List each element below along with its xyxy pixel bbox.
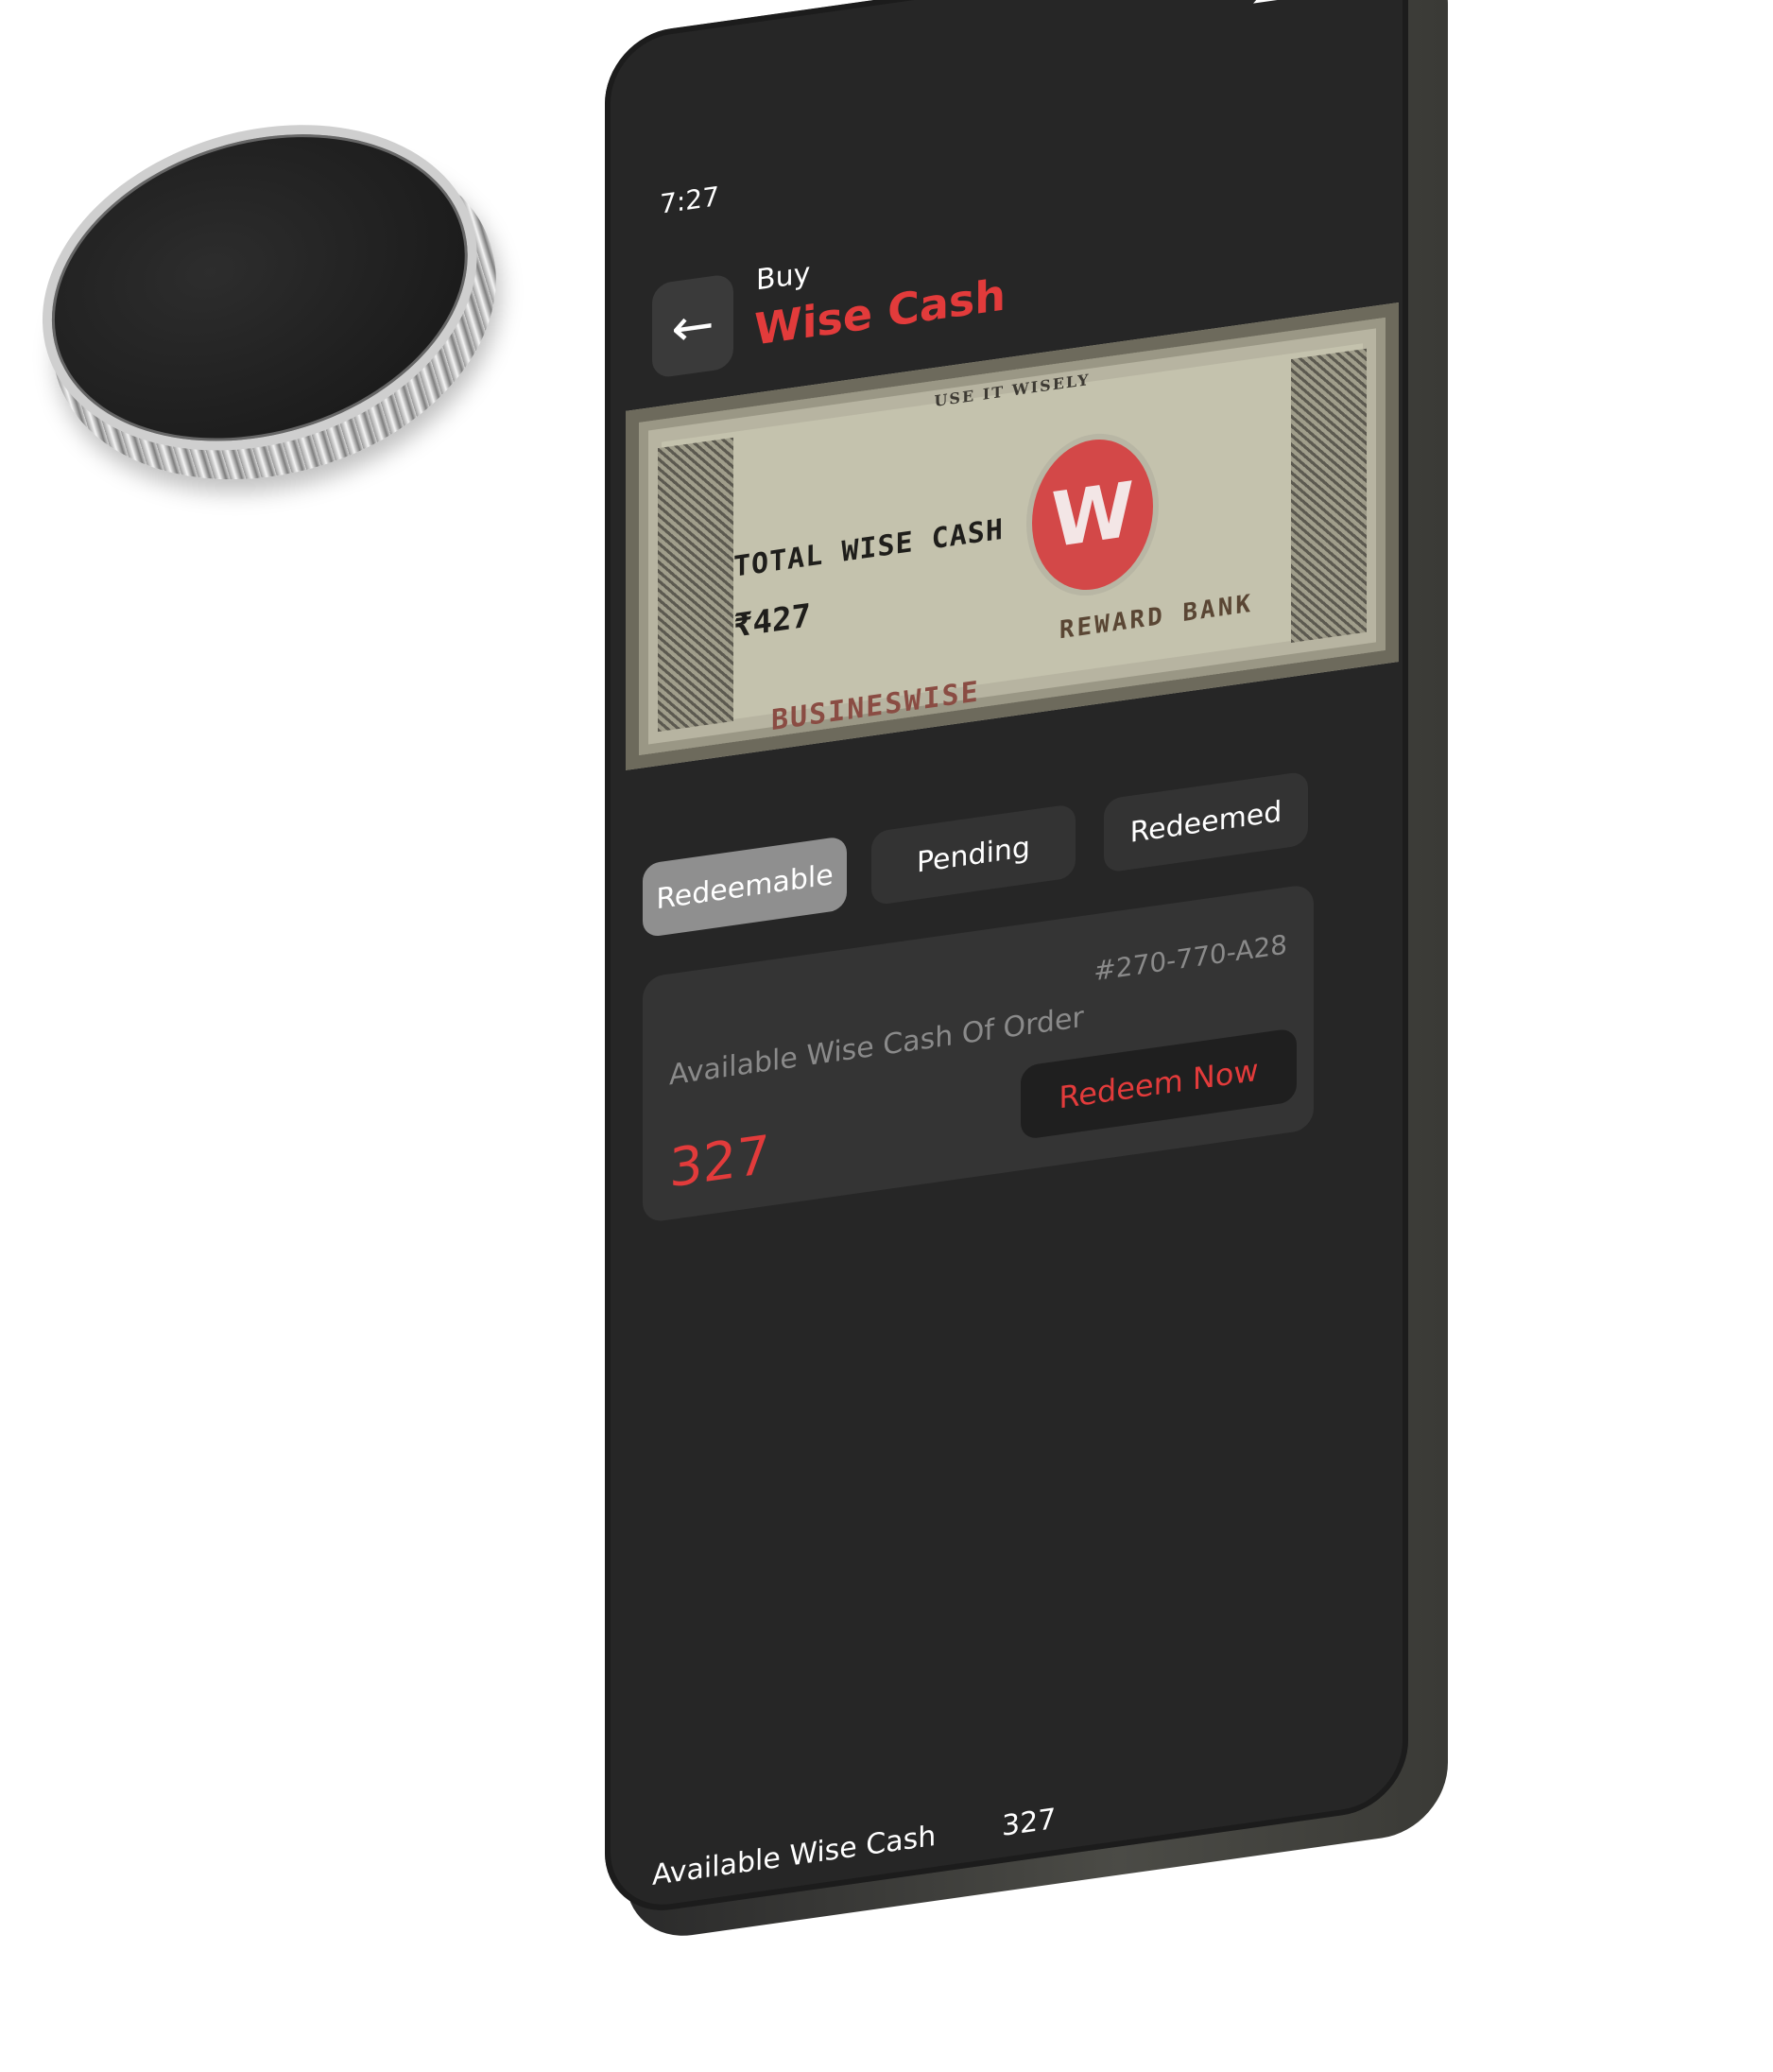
note-total-amount: ₹427 — [733, 596, 811, 646]
note-brand-text: BUSINESWISE — [771, 675, 980, 738]
note-ornament-right — [1291, 348, 1367, 643]
back-button[interactable]: ← — [652, 272, 733, 379]
wise-cash-note: USE IT WISELY TOTAL WISE CASH ₹427 W REW… — [626, 302, 1399, 770]
tab-redeemable[interactable]: Redeemable — [643, 836, 847, 939]
order-id: #270-770-A28 — [1093, 928, 1287, 988]
status-time: 7:27 — [660, 181, 719, 220]
tab-label: Pending — [917, 830, 1030, 880]
footer-value: 327 — [1002, 1802, 1057, 1843]
seal-letter: W — [1050, 464, 1135, 565]
coin-face — [1, 73, 518, 502]
note-ornament-left — [658, 437, 733, 733]
tab-redeemed[interactable]: Redeemed — [1104, 770, 1308, 873]
phone-screen: ◠ 7:27 ← Buy Wise Cash USE IT WISELY TOT… — [605, 0, 1408, 1920]
order-card: #270-770-A28 Available Wise Cash Of Orde… — [643, 883, 1314, 1224]
note-bank-text: REWARD BANK — [1059, 589, 1253, 646]
note-top-text: USE IT WISELY — [934, 370, 1091, 411]
header-subtitle: Buy — [756, 256, 811, 298]
redeem-now-label: Redeem Now — [1059, 1051, 1259, 1116]
stage: ◠ 7:27 ← Buy Wise Cash USE IT WISELY TOT… — [0, 0, 1773, 2072]
signal-icon — [1253, 0, 1279, 4]
note-total-label: TOTAL WISE CASH — [733, 512, 1004, 584]
order-amount: 327 — [669, 1124, 770, 1200]
coin-illustration — [0, 62, 556, 562]
arrow-left-icon: ← — [671, 293, 714, 359]
tab-pending[interactable]: Pending — [871, 803, 1076, 906]
tab-label: Redeemable — [656, 857, 834, 916]
phone-mockup: ◠ 7:27 ← Buy Wise Cash USE IT WISELY TOT… — [605, 0, 1448, 2051]
status-icons: ◠ — [1253, 0, 1370, 4]
tab-label: Redeemed — [1129, 794, 1282, 850]
brand-seal-logo: W — [1026, 424, 1159, 605]
redeem-now-button[interactable]: Redeem Now — [1021, 1027, 1297, 1141]
